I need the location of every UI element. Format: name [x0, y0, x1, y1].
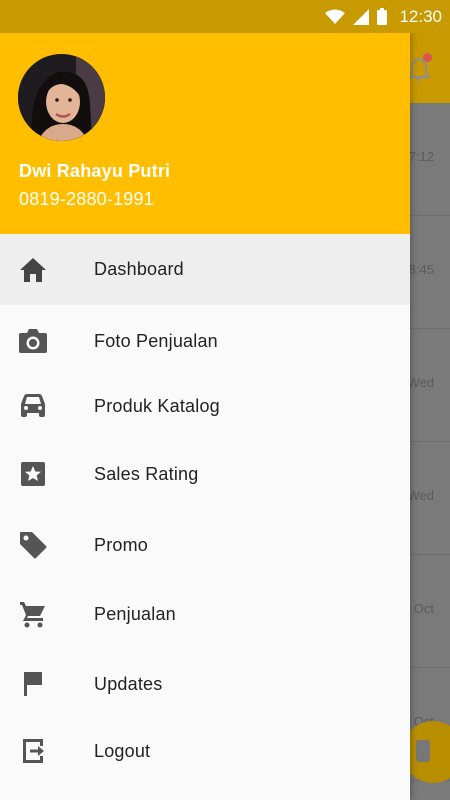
avatar-portrait [18, 54, 105, 141]
menu-item-dashboard[interactable]: Dashboard [0, 234, 410, 305]
menu-item-label: Logout [94, 740, 151, 761]
menu-item-label: Dashboard [94, 259, 184, 279]
status-bar: 12:30 [0, 0, 450, 33]
car-icon [18, 391, 48, 421]
menu-item-label: Foto Penjualan [94, 330, 218, 351]
list-item-time: Wed [407, 488, 435, 503]
flag-icon [18, 669, 48, 699]
camera-icon [18, 326, 48, 356]
list-item-time: 7:12 [408, 149, 434, 164]
list-item-time: Wed [407, 375, 435, 390]
navigation-drawer: Dwi Rahayu Putri 0819-2880-1991 Dashboar… [0, 0, 410, 800]
wifi-icon [325, 9, 346, 24]
menu-item-label: Updates [94, 673, 163, 694]
notification-badge [423, 53, 432, 62]
menu-item-label: Promo [94, 534, 149, 555]
star-box-icon [18, 459, 48, 489]
drawer-header: Dwi Rahayu Putri 0819-2880-1991 [0, 0, 410, 234]
status-time: 12:30 [399, 6, 442, 26]
menu-item-penjualan[interactable]: Penjualan [0, 582, 410, 646]
menu-item-logout[interactable]: Logout [0, 719, 410, 783]
signal-icon [353, 8, 370, 25]
list-item-time: Oct [413, 601, 434, 616]
battery-icon [377, 8, 388, 25]
menu-item-label: Sales Rating [94, 463, 199, 484]
menu-item-label: Produk Katalog [94, 395, 220, 416]
avatar[interactable] [18, 54, 105, 141]
home-icon [18, 255, 48, 285]
menu-item-updates[interactable]: Updates [0, 652, 410, 716]
profile-name: Dwi Rahayu Putri [19, 161, 171, 181]
cart-icon [18, 599, 48, 629]
menu-item-promo[interactable]: Promo [0, 513, 410, 577]
logout-icon [18, 736, 48, 766]
menu-item-foto-penjualan[interactable]: Foto Penjualan [0, 309, 410, 373]
menu-item-label: Penjualan [94, 603, 176, 624]
list-item-time: 8:45 [408, 262, 434, 277]
tag-icon [18, 530, 48, 560]
menu-item-produk-katalog[interactable]: Produk Katalog [0, 374, 410, 438]
fab-icon [416, 740, 430, 762]
menu-item-sales-rating[interactable]: Sales Rating [0, 442, 410, 506]
profile-phone: 0819-2880-1991 [19, 189, 154, 209]
